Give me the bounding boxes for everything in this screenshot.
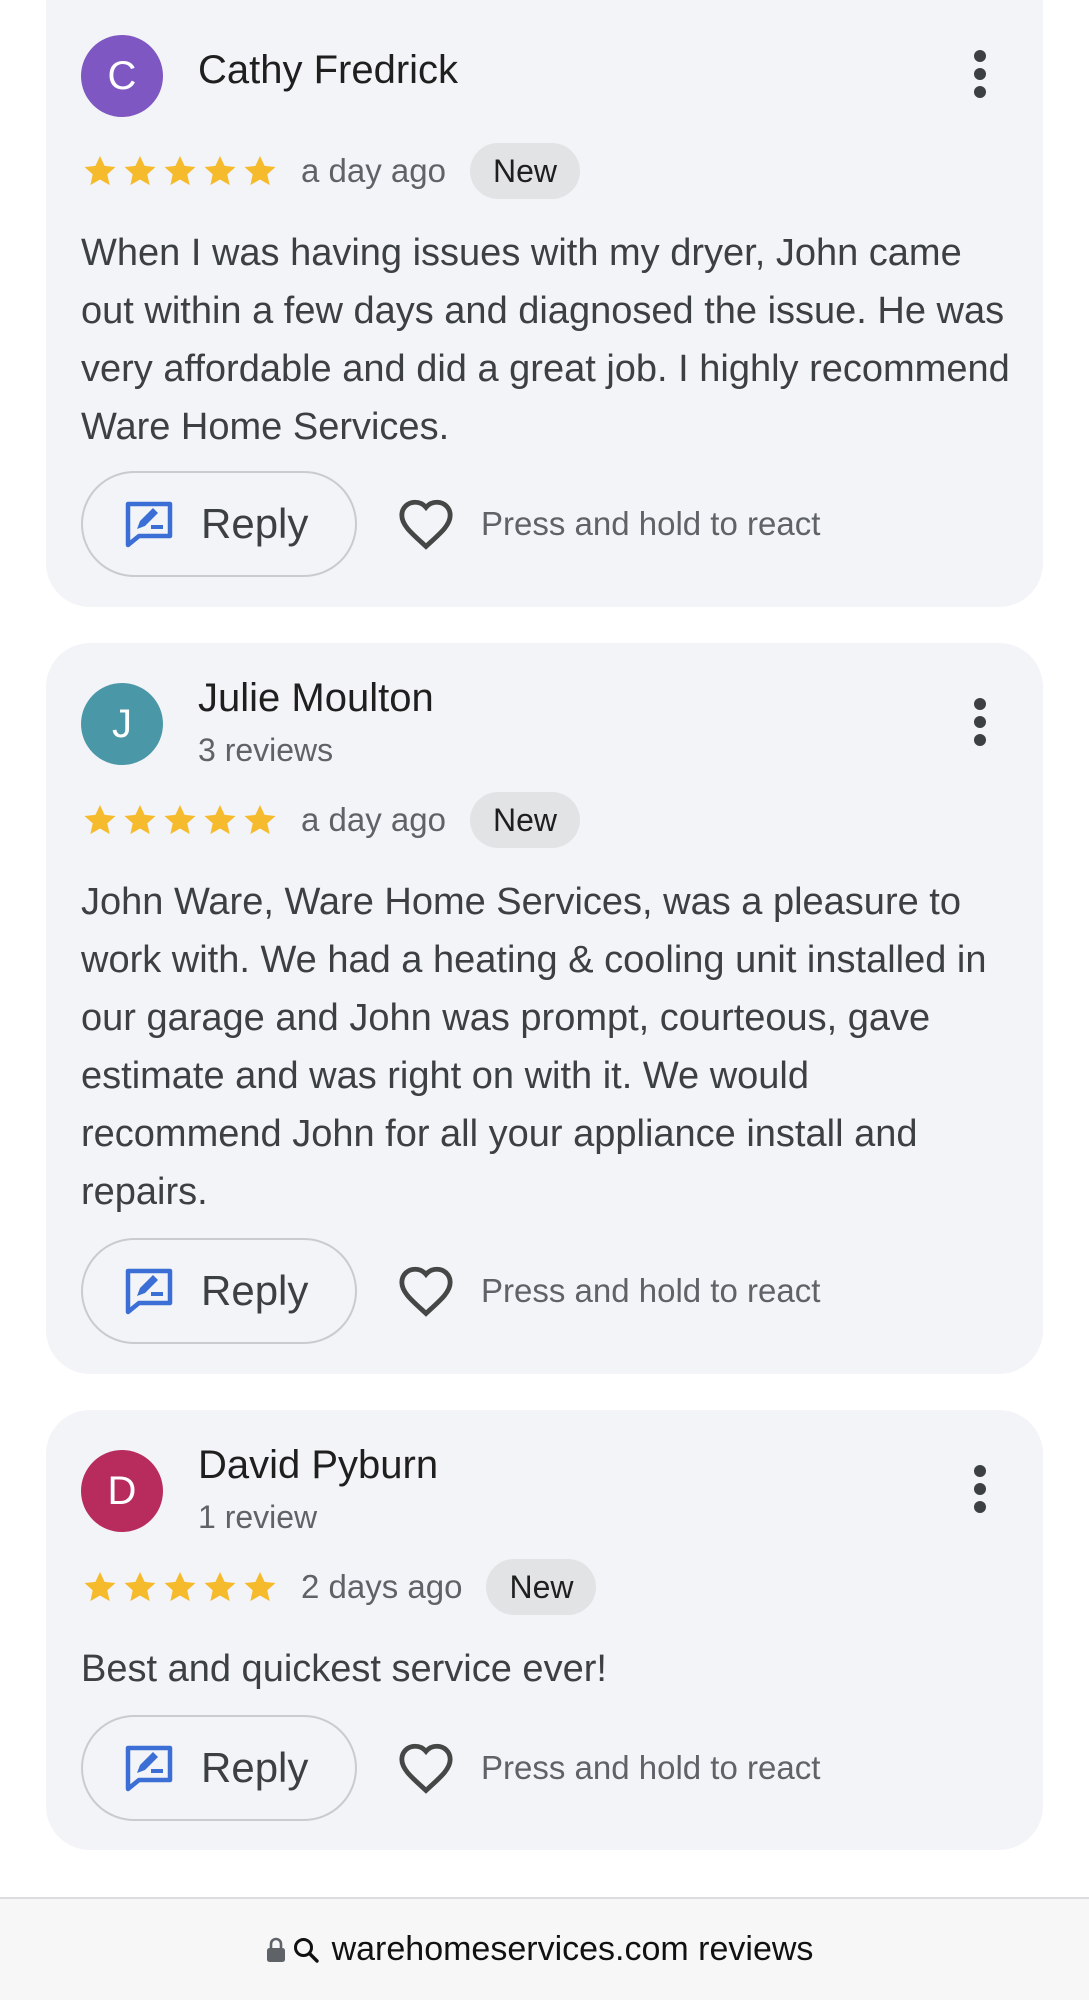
review-text: Best and quickest service ever! [81, 1648, 607, 1690]
new-badge: New [469, 143, 580, 199]
star-icon [124, 1571, 156, 1602]
more-options-icon[interactable] [950, 692, 1010, 752]
url-display[interactable]: warehomeservices.com reviews [266, 1930, 814, 1969]
review-actions: Reply Press and hold to react [81, 1715, 820, 1821]
new-badge: New [486, 1559, 597, 1615]
reviewer-name[interactable]: Cathy Fredrick [198, 48, 458, 93]
review-time: a day ago [301, 801, 446, 838]
reply-icon [125, 501, 173, 548]
star-icon [244, 804, 276, 835]
heart-icon[interactable] [397, 1264, 455, 1318]
review-count[interactable]: 1 review [198, 1499, 317, 1536]
react-hint: Press and hold to react [481, 505, 821, 542]
review-text: When I was having issues with my dryer, … [81, 232, 1010, 448]
avatar[interactable]: C [81, 35, 163, 117]
reviewer-name[interactable]: Julie Moulton [198, 676, 434, 721]
star-icon [244, 155, 276, 186]
lock-icon [266, 1937, 285, 1962]
reply-button[interactable]: Reply [81, 1715, 357, 1821]
new-badge: New [469, 792, 580, 848]
reply-label: Reply [201, 1744, 309, 1791]
heart-icon[interactable] [397, 497, 455, 551]
avatar[interactable]: J [81, 683, 163, 765]
star-icon [124, 804, 156, 835]
star-icon [204, 1571, 236, 1602]
reviewer-name[interactable]: David Pyburn [198, 1443, 438, 1488]
review-actions: Reply Press and hold to react [81, 1238, 820, 1344]
more-options-icon[interactable] [950, 1459, 1010, 1519]
review-meta: a day ago New [81, 142, 580, 200]
reply-button[interactable]: Reply [81, 471, 357, 577]
review-actions: Reply Press and hold to react [81, 471, 820, 577]
star-rating [81, 1568, 279, 1606]
star-icon [164, 1571, 196, 1602]
review-meta: a day ago New [81, 791, 580, 849]
reply-label: Reply [201, 500, 309, 547]
review-card: C Cathy Fredrick a day ago New When I wa… [46, 0, 1043, 607]
review-card: J Julie Moulton 3 reviews a day ago New … [46, 643, 1043, 1374]
star-rating [81, 801, 279, 839]
heart-icon[interactable] [397, 1741, 455, 1795]
review-meta: 2 days ago New [81, 1558, 597, 1616]
react-hint: Press and hold to react [481, 1272, 821, 1309]
review-count[interactable]: 3 reviews [198, 732, 333, 769]
review-time: a day ago [301, 152, 446, 189]
reply-label: Reply [201, 1267, 309, 1314]
star-icon [124, 155, 156, 186]
address-bar[interactable]: warehomeservices.com reviews [0, 1899, 1089, 2000]
reply-icon [125, 1745, 173, 1792]
star-icon [204, 804, 236, 835]
avatar[interactable]: D [81, 1450, 163, 1532]
review-time: 2 days ago [301, 1568, 463, 1605]
star-icon [244, 1571, 276, 1602]
star-icon [204, 155, 236, 186]
url-text: warehomeservices.com reviews [331, 1930, 814, 1968]
star-icon [164, 155, 196, 186]
star-icon [164, 804, 196, 835]
review-text: John Ware, Ware Home Services, was a ple… [81, 881, 987, 1213]
react-hint: Press and hold to react [481, 1749, 821, 1786]
star-icon [84, 155, 116, 186]
star-rating [81, 152, 279, 190]
search-icon [293, 1937, 319, 1963]
reply-button[interactable]: Reply [81, 1238, 357, 1344]
star-icon [84, 1571, 116, 1602]
reply-icon [125, 1268, 173, 1315]
more-options-icon[interactable] [950, 44, 1010, 104]
review-card: D David Pyburn 1 review 2 days ago New B… [46, 1410, 1043, 1850]
star-icon [84, 804, 116, 835]
